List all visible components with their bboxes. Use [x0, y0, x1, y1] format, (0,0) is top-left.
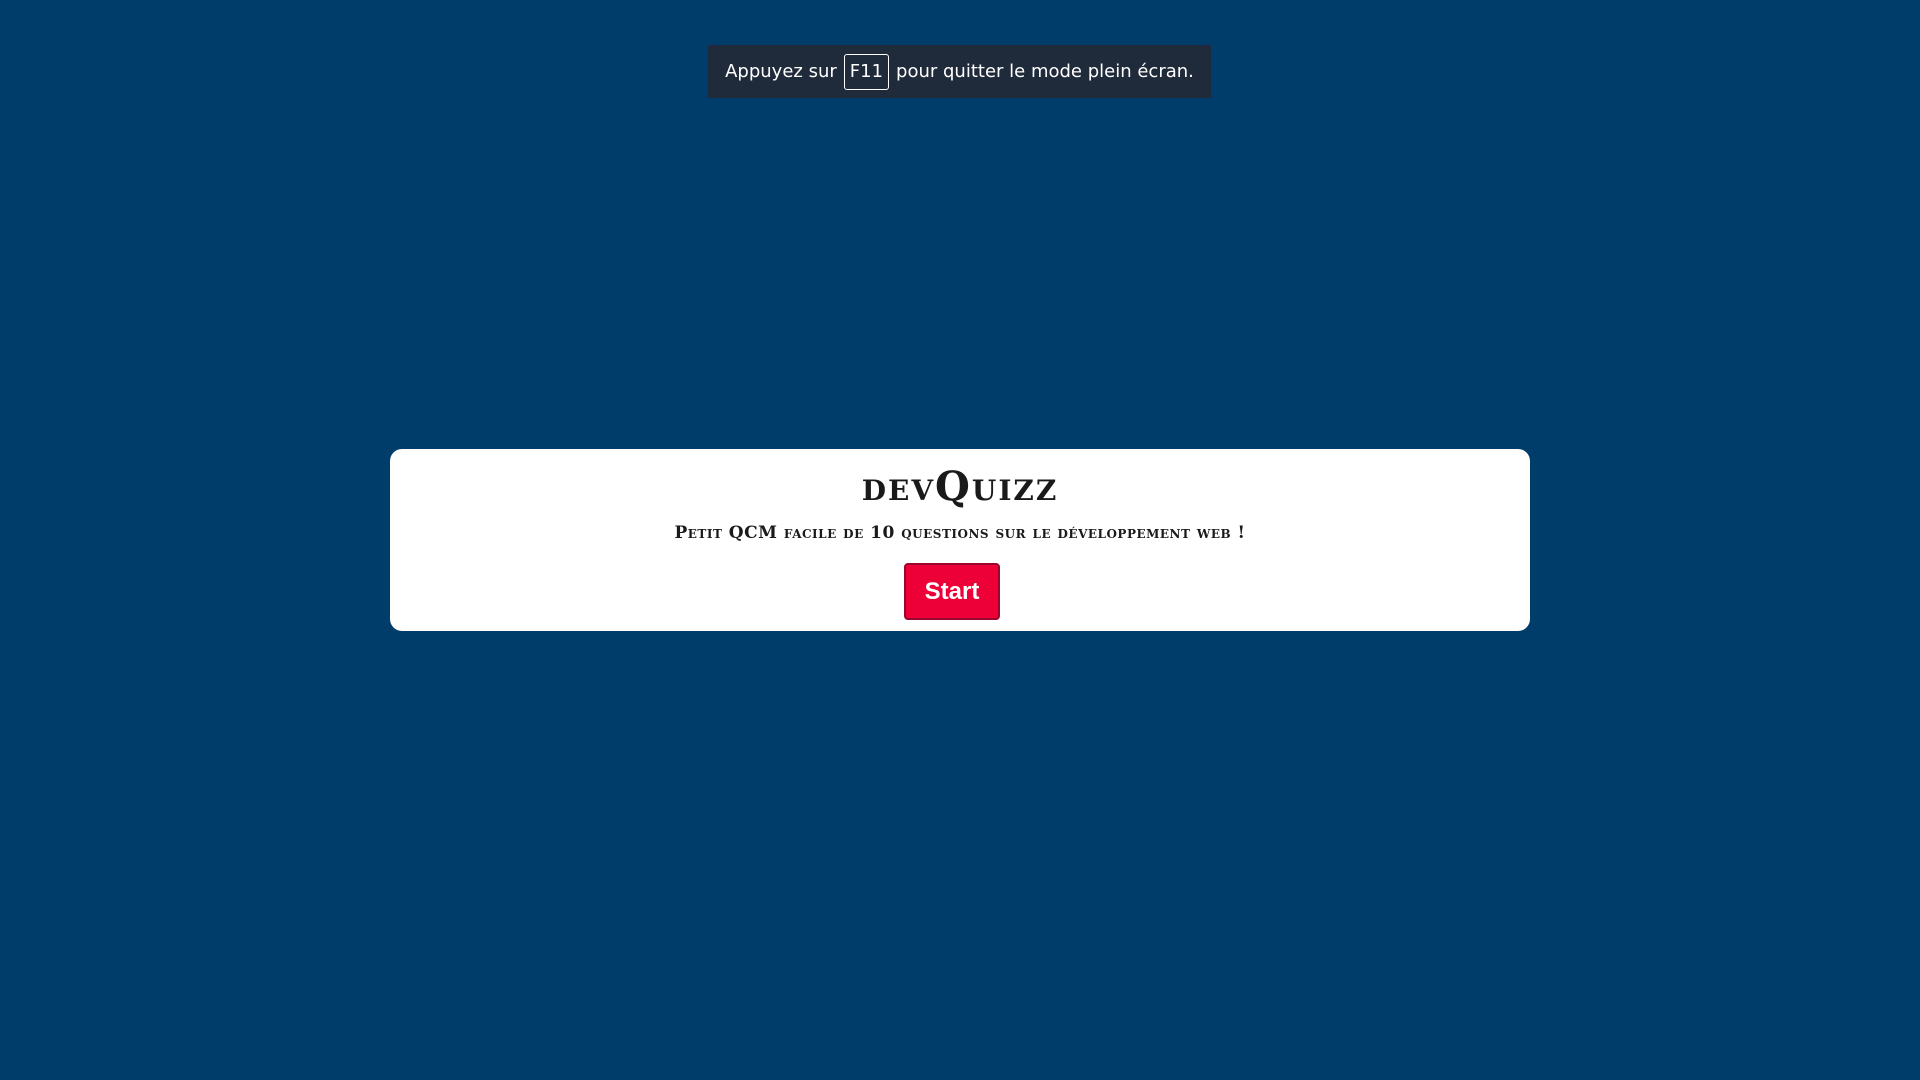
fullscreen-exit-notice: Appuyez sur F11 pour quitter le mode ple… — [708, 45, 1211, 98]
f11-key-badge: F11 — [843, 53, 890, 90]
quiz-subtitle: Petit QCM facile de 10 questions sur le … — [674, 523, 1246, 543]
fullscreen-notice-suffix: pour quitter le mode plein écran. — [896, 61, 1194, 82]
start-button[interactable]: Start — [904, 563, 1000, 620]
fullscreen-notice-prefix: Appuyez sur — [725, 61, 837, 82]
quiz-intro-card: devQuizz Petit QCM facile de 10 question… — [390, 449, 1530, 631]
quiz-title: devQuizz — [861, 463, 1059, 510]
